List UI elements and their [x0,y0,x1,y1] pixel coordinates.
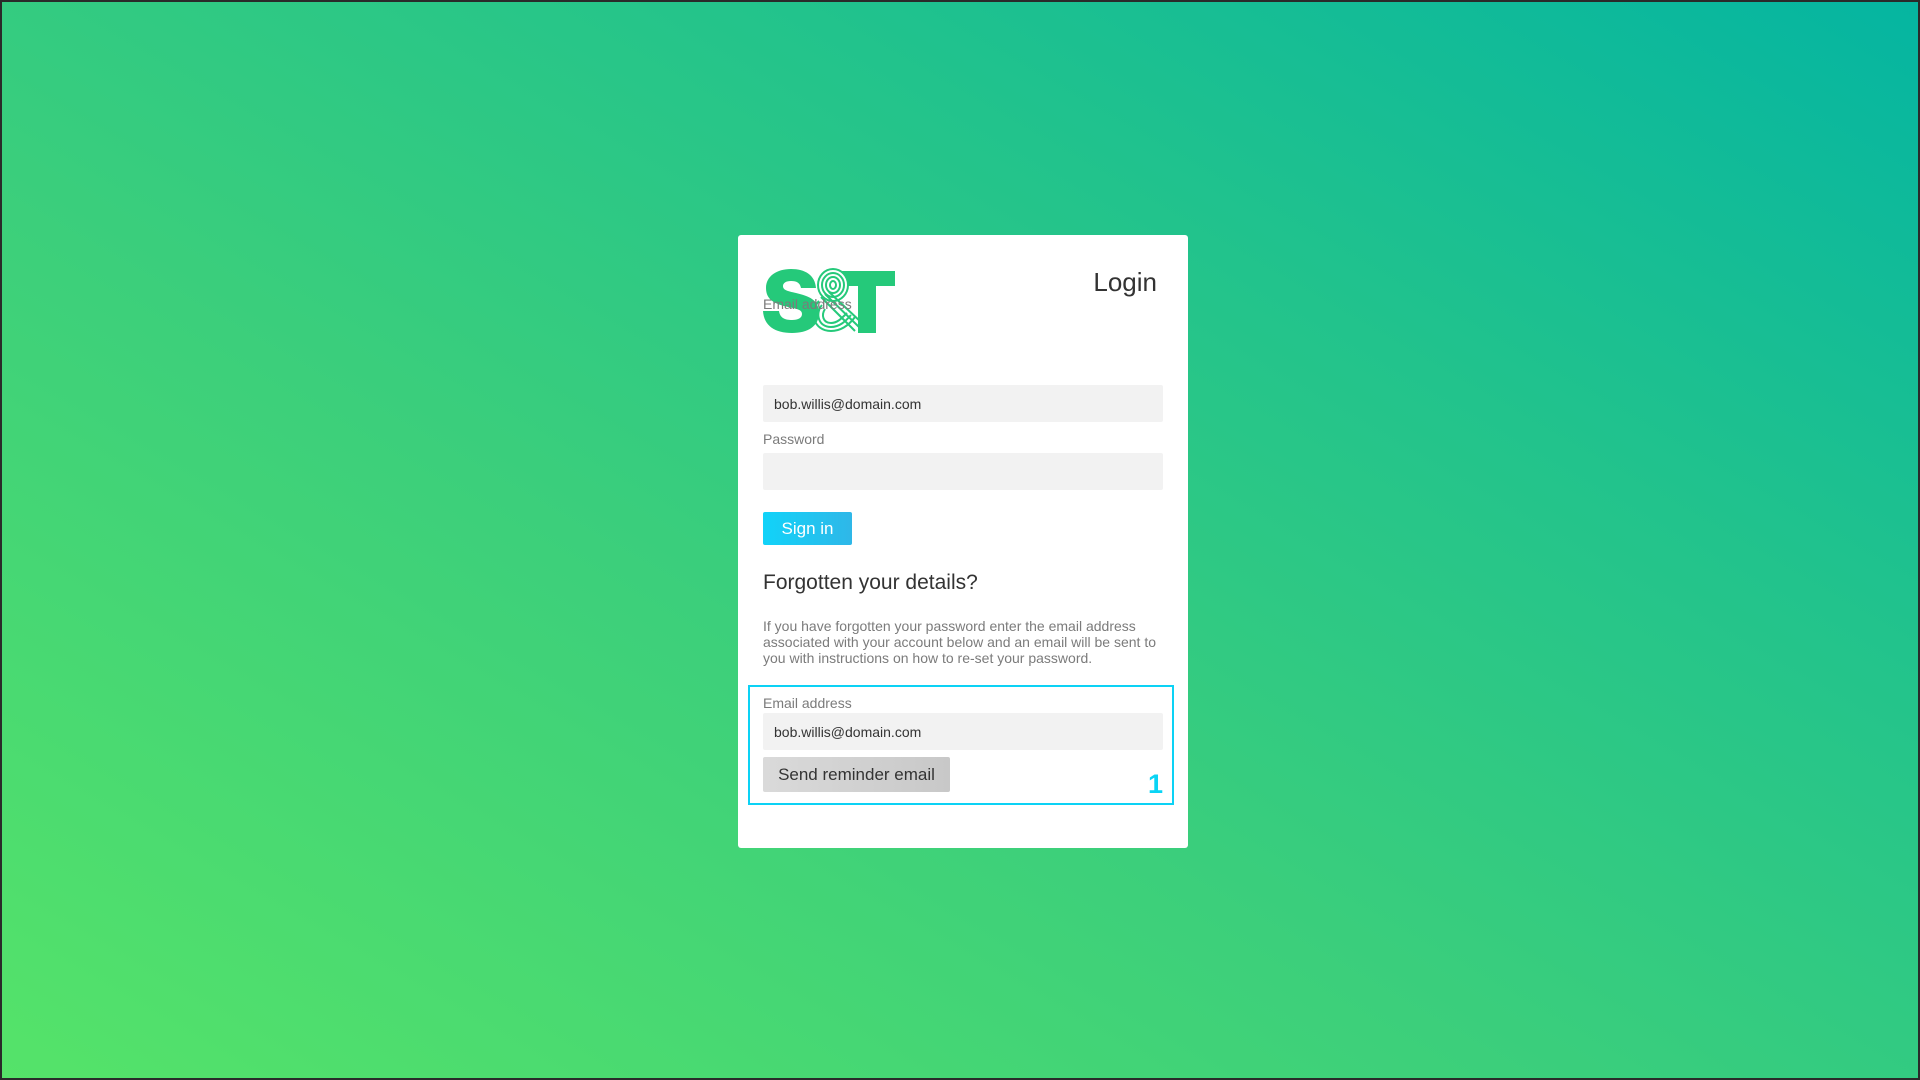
email-input[interactable] [763,385,1163,422]
forgot-heading: Forgotten your details? [763,571,978,594]
password-label: Password [763,431,825,447]
step-number-badge: 1 [1148,769,1164,799]
email-label: Email address [763,296,852,312]
forgot-description: If you have forgotten your password ente… [763,618,1156,666]
sign-in-button[interactable]: Sign in [763,512,852,545]
login-card: Login Email address Password Sign in For… [738,235,1188,848]
reminder-email-label: Email address [763,695,852,711]
background: Login Email address Password Sign in For… [0,0,1920,1080]
reminder-email-input[interactable] [763,713,1163,750]
password-input[interactable] [763,453,1163,490]
send-reminder-button[interactable]: Send reminder email [763,757,950,792]
login-title: Login [1093,267,1157,297]
